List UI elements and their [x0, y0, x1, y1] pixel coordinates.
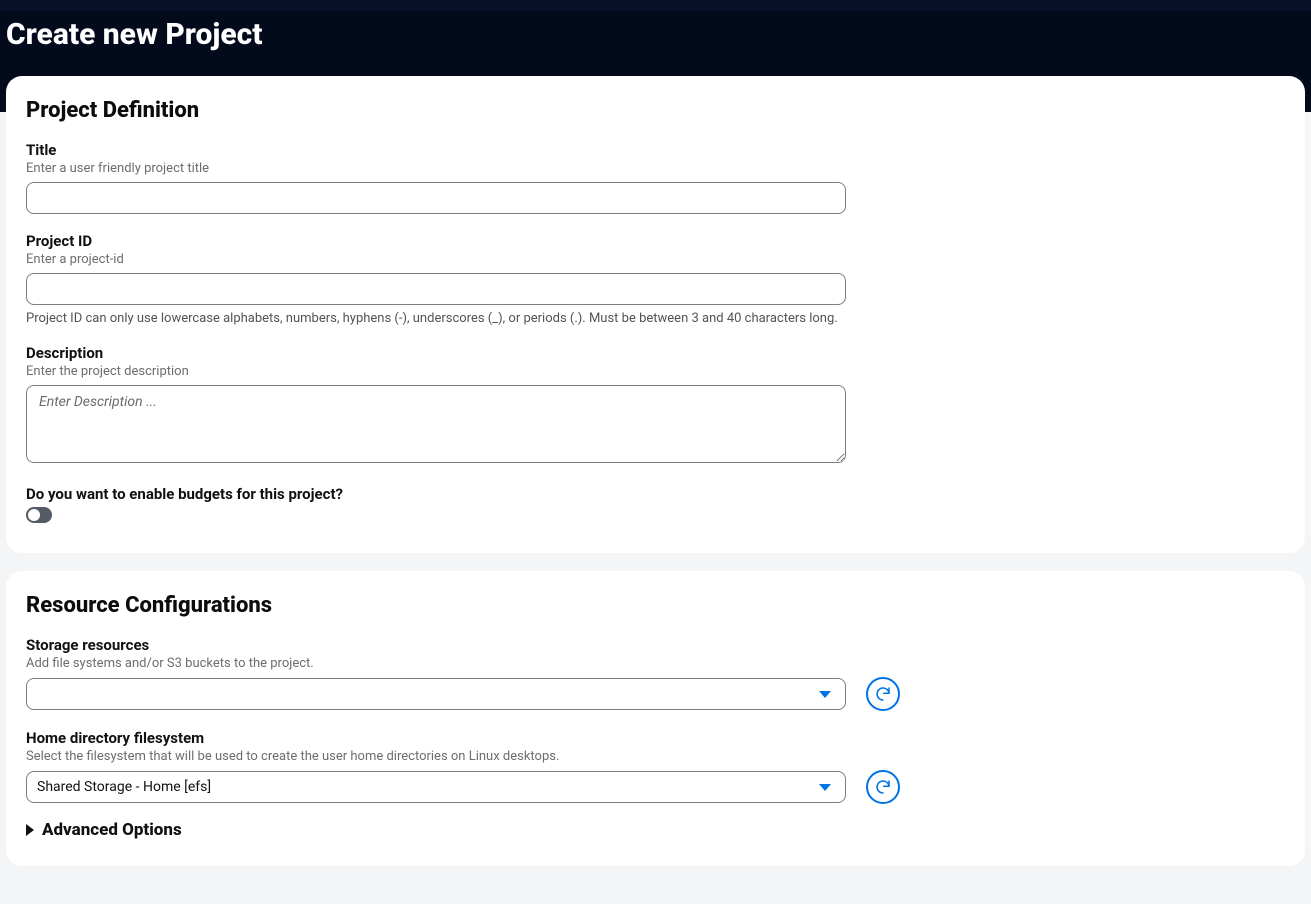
title-input[interactable] [26, 182, 846, 214]
storage-field: Storage resources Add file systems and/o… [26, 636, 1285, 711]
page-title: Create new Project [0, 11, 1311, 52]
section-title-resources: Resource Configurations [26, 593, 1285, 618]
advanced-options-toggle[interactable]: Advanced Options [26, 820, 1285, 840]
storage-hint: Add file systems and/or S3 buckets to th… [26, 656, 1285, 671]
caret-right-icon [26, 824, 34, 836]
advanced-options-label: Advanced Options [42, 820, 182, 840]
section-title-definition: Project Definition [26, 98, 1285, 123]
refresh-icon [874, 685, 892, 703]
project-id-label: Project ID [26, 232, 1285, 250]
storage-label: Storage resources [26, 636, 1285, 654]
chevron-down-icon [819, 784, 831, 791]
storage-refresh-button[interactable] [866, 677, 900, 711]
project-definition-card: Project Definition Title Enter a user fr… [6, 76, 1305, 553]
home-dir-field: Home directory filesystem Select the fil… [26, 729, 1285, 804]
description-input[interactable] [26, 385, 846, 463]
project-id-field: Project ID Enter a project-id Project ID… [26, 232, 1285, 326]
project-id-note: Project ID can only use lowercase alphab… [26, 311, 1285, 326]
home-dir-hint: Select the filesystem that will be used … [26, 749, 1285, 764]
title-label: Title [26, 141, 1285, 159]
resource-config-card: Resource Configurations Storage resource… [6, 571, 1305, 866]
home-dir-refresh-button[interactable] [866, 770, 900, 804]
description-label: Description [26, 344, 1285, 362]
project-id-hint: Enter a project-id [26, 252, 1285, 267]
home-dir-select[interactable]: Shared Storage - Home [efs] [26, 771, 846, 803]
title-field: Title Enter a user friendly project titl… [26, 141, 1285, 214]
refresh-icon [874, 778, 892, 796]
chevron-down-icon [819, 691, 831, 698]
home-dir-label: Home directory filesystem [26, 729, 1285, 747]
toggle-knob [28, 509, 40, 521]
description-hint: Enter the project description [26, 364, 1285, 379]
storage-select[interactable] [26, 678, 846, 710]
title-hint: Enter a user friendly project title [26, 161, 1285, 176]
budgets-label: Do you want to enable budgets for this p… [26, 485, 1285, 503]
project-id-input[interactable] [26, 273, 846, 305]
budgets-field: Do you want to enable budgets for this p… [26, 485, 1285, 527]
description-field: Description Enter the project descriptio… [26, 344, 1285, 467]
home-dir-select-value: Shared Storage - Home [efs] [37, 779, 211, 795]
budgets-toggle[interactable] [26, 507, 52, 523]
